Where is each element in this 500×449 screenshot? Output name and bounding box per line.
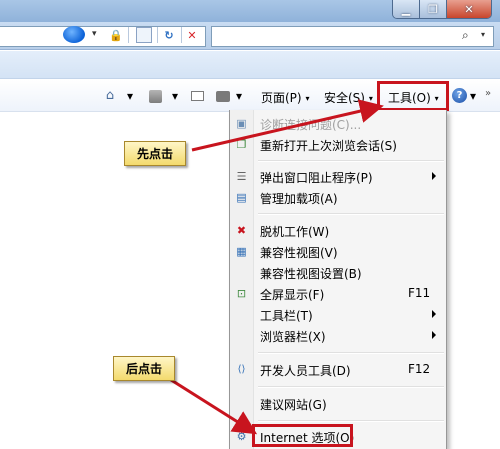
internet-options-highlight	[252, 424, 353, 447]
help-icon[interactable]: ?	[452, 88, 467, 103]
fullscreen-icon: ⊡	[236, 287, 247, 300]
address-separator	[128, 27, 129, 43]
search-icon[interactable]: ⌕	[462, 28, 469, 43]
callout-second-click: 后点击	[113, 356, 175, 381]
page-menu[interactable]: 页面(P) ▾	[261, 89, 309, 106]
print-dropdown[interactable]: ▾	[236, 89, 242, 103]
menu-item-popup-blocker[interactable]: ☰ 弹出窗口阻止程序(P)	[230, 166, 446, 187]
work-offline-icon: ✖	[236, 224, 247, 237]
refresh-icon[interactable]: ↻	[161, 27, 177, 43]
mail-icon[interactable]	[189, 88, 205, 104]
help-dropdown[interactable]: ▾	[470, 89, 476, 103]
site-identity-icon	[63, 26, 85, 43]
page-menu-label: 页面(P)	[261, 91, 302, 105]
menu-separator	[258, 160, 444, 162]
home-icon[interactable]: ⌂	[102, 87, 118, 103]
dev-tools-icon: ⟨⟩	[237, 364, 246, 375]
tools-menu[interactable]: 工具(O) ▾	[388, 89, 439, 106]
close-window-button[interactable]: ✕	[447, 0, 491, 18]
address-history-dropdown[interactable]: ▾	[92, 29, 97, 39]
menu-item-suggested-sites[interactable]: 建议网站(G)	[230, 393, 446, 414]
popup-blocker-icon: ☰	[236, 170, 247, 183]
address-separator	[157, 27, 158, 43]
submenu-arrow-icon	[432, 172, 436, 180]
manage-addons-icon: ▤	[236, 191, 247, 204]
menu-separator	[258, 213, 444, 215]
chevron-down-icon: ▾	[434, 94, 439, 103]
favorites-bar	[0, 51, 500, 79]
feeds-icon[interactable]	[147, 88, 163, 104]
menu-item-explorer-bars[interactable]: 浏览器栏(X)	[230, 325, 446, 346]
title-bar: ▁ ❐ ✕	[0, 0, 500, 22]
menu-item-toolbars[interactable]: 工具栏(T)	[230, 304, 446, 325]
maximize-button[interactable]: ❐	[420, 0, 447, 18]
chevron-down-icon: ▾	[305, 94, 310, 103]
minimize-button[interactable]: ▁	[393, 0, 420, 18]
diagnose-icon: ▣	[236, 117, 247, 130]
menu-item-diagnose-connection[interactable]: ▣ 诊断连接问题(C)...	[230, 113, 446, 134]
menu-separator	[258, 386, 444, 388]
menu-item-reopen-session[interactable]: ❐ 重新打开上次浏览会话(S)	[230, 134, 446, 155]
safety-menu-label: 安全(S)	[324, 91, 365, 105]
menu-separator	[258, 420, 444, 422]
safety-menu[interactable]: 安全(S) ▾	[324, 89, 373, 106]
submenu-arrow-icon	[432, 310, 436, 318]
stop-icon[interactable]: ✕	[184, 27, 200, 43]
menu-item-compatibility-view[interactable]: ▦ 兼容性视图(V)	[230, 241, 446, 262]
reopen-session-icon: ❐	[236, 138, 247, 151]
tools-dropdown-menu: ▣ 诊断连接问题(C)... ❐ 重新打开上次浏览会话(S) ☰ 弹出窗口阻止程…	[229, 110, 447, 449]
print-icon[interactable]	[215, 88, 231, 104]
chevron-down-icon: ▾	[368, 94, 373, 103]
compatibility-view-icon[interactable]	[136, 27, 152, 43]
menu-separator	[258, 352, 444, 354]
address-separator	[181, 27, 182, 43]
menu-item-manage-addons[interactable]: ▤ 管理加载项(A)	[230, 187, 446, 208]
more-commands-icon[interactable]: »	[485, 88, 491, 99]
menu-item-compatibility-view-settings[interactable]: 兼容性视图设置(B)	[230, 262, 446, 283]
menu-item-developer-tools[interactable]: ⟨⟩ 开发人员工具(D) F12	[230, 359, 446, 380]
home-dropdown[interactable]: ▾	[127, 89, 133, 103]
compat-view-icon: ▦	[236, 245, 247, 258]
submenu-arrow-icon	[432, 331, 436, 339]
address-toolbar: ▾ 🔒 ↻ ✕ ⌕ ▾	[0, 22, 500, 50]
search-input[interactable]	[211, 26, 494, 47]
window-controls: ▁ ❐ ✕	[392, 0, 492, 19]
feeds-dropdown[interactable]: ▾	[172, 89, 178, 103]
tools-menu-label: 工具(O)	[388, 91, 431, 105]
lock-icon[interactable]: 🔒	[108, 27, 124, 43]
menu-item-work-offline[interactable]: ✖ 脱机工作(W)	[230, 220, 446, 241]
search-provider-dropdown[interactable]: ▾	[481, 30, 485, 39]
internet-options-icon: ⚙	[236, 430, 247, 443]
menu-item-fullscreen[interactable]: ⊡ 全屏显示(F) F11	[230, 283, 446, 304]
callout-first-click: 先点击	[124, 141, 186, 166]
